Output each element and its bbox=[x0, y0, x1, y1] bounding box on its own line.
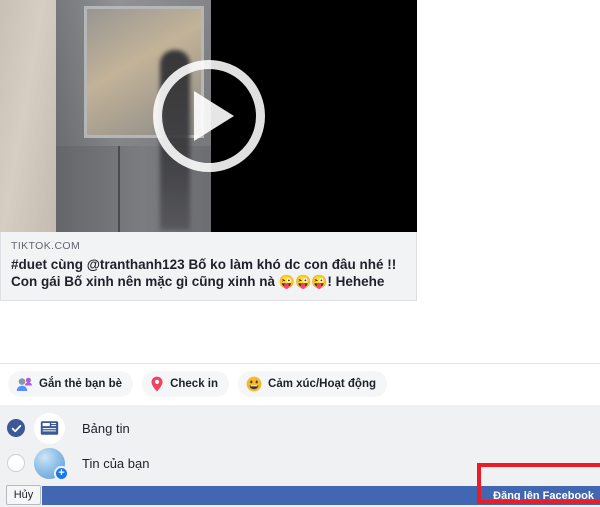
link-preview-domain: TIKTOK.COM bbox=[11, 240, 81, 252]
cancel-button[interactable]: Hủy bbox=[6, 485, 41, 505]
composer-footer: Hủy Đăng lên Facebook bbox=[0, 483, 600, 507]
link-preview-title-line2-pre: gái Bố xinh nên mặc gì cũng xinh nà bbox=[41, 274, 279, 289]
destination-label-story: Tin của bạn bbox=[82, 455, 150, 471]
post-destination-panel: Bảng tin + Tin của bạn bbox=[0, 405, 600, 483]
tag-friends-icon bbox=[16, 377, 33, 392]
destination-option-newsfeed[interactable]: Bảng tin bbox=[0, 411, 130, 445]
feeling-activity-button[interactable]: Cảm xúc/Hoạt động bbox=[238, 371, 387, 397]
destination-label-newsfeed: Bảng tin bbox=[82, 420, 130, 436]
tag-friends-button[interactable]: Gắn thẻ bạn bè bbox=[8, 371, 134, 397]
destination-option-story[interactable]: + Tin của bạn bbox=[0, 446, 150, 481]
news-feed-icon bbox=[34, 412, 65, 444]
thumbnail-cabinet-seam bbox=[118, 146, 120, 232]
play-triangle-icon bbox=[193, 91, 234, 141]
post-composer-screen: TIKTOK.COM #duet cùng @tranthanh123 Bố k… bbox=[0, 0, 600, 507]
radio-newsfeed-selected[interactable] bbox=[7, 419, 25, 437]
feeling-activity-label: Cảm xúc/Hoạt động bbox=[268, 378, 376, 390]
story-avatar-icon: + bbox=[34, 447, 69, 481]
post-to-facebook-button[interactable]: Đăng lên Facebook bbox=[42, 486, 600, 505]
composer-actions-row: Gắn thẻ bạn bè Check in Cảm xúc/Hoạt độn… bbox=[8, 371, 387, 397]
add-story-plus-icon: + bbox=[54, 465, 69, 481]
post-to-facebook-label: Đăng lên Facebook bbox=[493, 489, 594, 502]
link-preview-meta: TIKTOK.COM #duet cùng @tranthanh123 Bố k… bbox=[0, 232, 417, 301]
link-preview-card[interactable]: TIKTOK.COM #duet cùng @tranthanh123 Bố k… bbox=[0, 0, 417, 301]
smiley-tongue-emoji: 😜😜😜 bbox=[278, 274, 328, 289]
check-in-label: Check in bbox=[170, 378, 219, 390]
play-icon[interactable] bbox=[152, 60, 265, 172]
video-thumbnail[interactable] bbox=[0, 0, 417, 232]
check-in-button[interactable]: Check in bbox=[142, 371, 230, 397]
location-pin-icon bbox=[150, 376, 164, 392]
thumbnail-wall-region bbox=[0, 0, 56, 232]
radio-story-unselected[interactable] bbox=[7, 454, 25, 472]
link-preview-title: #duet cùng @tranthanh123 Bố ko làm khó d… bbox=[11, 256, 406, 290]
section-divider bbox=[0, 363, 600, 364]
smiley-feeling-icon bbox=[246, 376, 262, 392]
link-preview-title-line2-post: ! Hehehe bbox=[327, 274, 385, 289]
tag-friends-label: Gắn thẻ bạn bè bbox=[39, 378, 123, 390]
